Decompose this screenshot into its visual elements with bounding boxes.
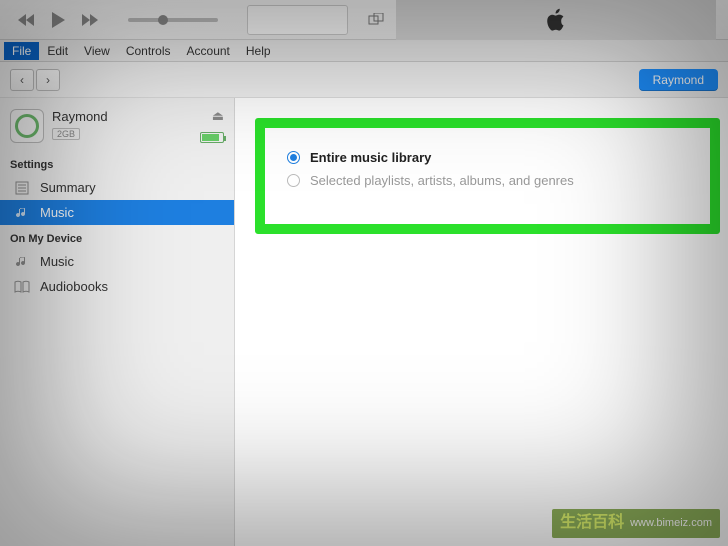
now-playing-display [247,5,348,35]
section-settings-label: Settings [0,151,234,175]
nav-buttons: ‹ › [10,69,60,91]
menu-view[interactable]: View [76,42,118,60]
sidebar-item-device-music[interactable]: Music [0,249,234,274]
menu-bar: File Edit View Controls Account Help [0,40,728,62]
menu-help-label: Help [246,44,271,58]
sidebar-item-label: Music [40,205,74,220]
sidebar: Raymond 2GB ⏏ Settings Summary Music On … [0,98,235,546]
summary-icon [14,181,30,195]
device-status-column: ⏏ [200,108,224,143]
miniplayer-button[interactable] [360,6,392,34]
audiobooks-icon [14,280,30,294]
previous-track-button[interactable] [12,6,40,34]
device-info: Raymond 2GB [52,109,192,142]
menu-edit-label: Edit [47,44,68,58]
radio-label: Entire music library [310,150,431,165]
back-button[interactable]: ‹ [10,69,34,91]
user-account-label: Raymond [653,73,704,87]
nav-row: ‹ › Raymond [0,62,728,98]
device-capacity-badge: 2GB [52,128,80,140]
watermark-cn: 生活百科 [560,513,624,534]
radio-selected-playlists[interactable]: Selected playlists, artists, albums, and… [287,169,688,192]
menu-edit[interactable]: Edit [39,42,76,60]
sidebar-item-audiobooks[interactable]: Audiobooks [0,274,234,299]
forward-button[interactable]: › [36,69,60,91]
menu-view-label: View [84,44,110,58]
user-account-button[interactable]: Raymond [639,69,718,91]
menu-account[interactable]: Account [179,42,238,60]
sync-options-highlight: Entire music library Selected playlists,… [255,118,720,234]
music-icon [14,255,30,269]
sidebar-item-music[interactable]: Music [0,200,234,225]
content-pane: Entire music library Selected playlists,… [235,98,728,546]
radio-entire-library[interactable]: Entire music library [287,146,688,169]
menu-controls-label: Controls [126,44,171,58]
next-track-button[interactable] [76,6,104,34]
ipod-shuffle-icon [10,109,44,143]
radio-on-icon [287,151,300,164]
battery-icon [200,132,224,143]
sidebar-item-label: Music [40,254,74,269]
watermark: 生活百科 www.bimeiz.com [552,509,720,538]
device-name: Raymond [52,109,192,124]
sidebar-item-label: Audiobooks [40,279,108,294]
radio-off-icon [287,174,300,187]
menu-file-label: File [12,44,31,58]
menu-controls[interactable]: Controls [118,42,179,60]
sidebar-item-summary[interactable]: Summary [0,175,234,200]
section-ondevice-label: On My Device [0,225,234,249]
radio-label: Selected playlists, artists, albums, and… [310,173,574,188]
eject-button[interactable]: ⏏ [212,108,224,124]
playback-toolbar [0,0,728,40]
menu-account-label: Account [187,44,230,58]
menu-help[interactable]: Help [238,42,279,60]
main-split: Raymond 2GB ⏏ Settings Summary Music On … [0,98,728,546]
menu-file[interactable]: File [4,42,39,60]
apple-logo-panel [396,0,716,40]
music-icon [14,206,30,220]
sidebar-item-label: Summary [40,180,96,195]
device-header: Raymond 2GB ⏏ [0,100,234,151]
play-button[interactable] [44,6,72,34]
watermark-url: www.bimeiz.com [630,516,712,530]
volume-slider[interactable] [128,18,218,22]
